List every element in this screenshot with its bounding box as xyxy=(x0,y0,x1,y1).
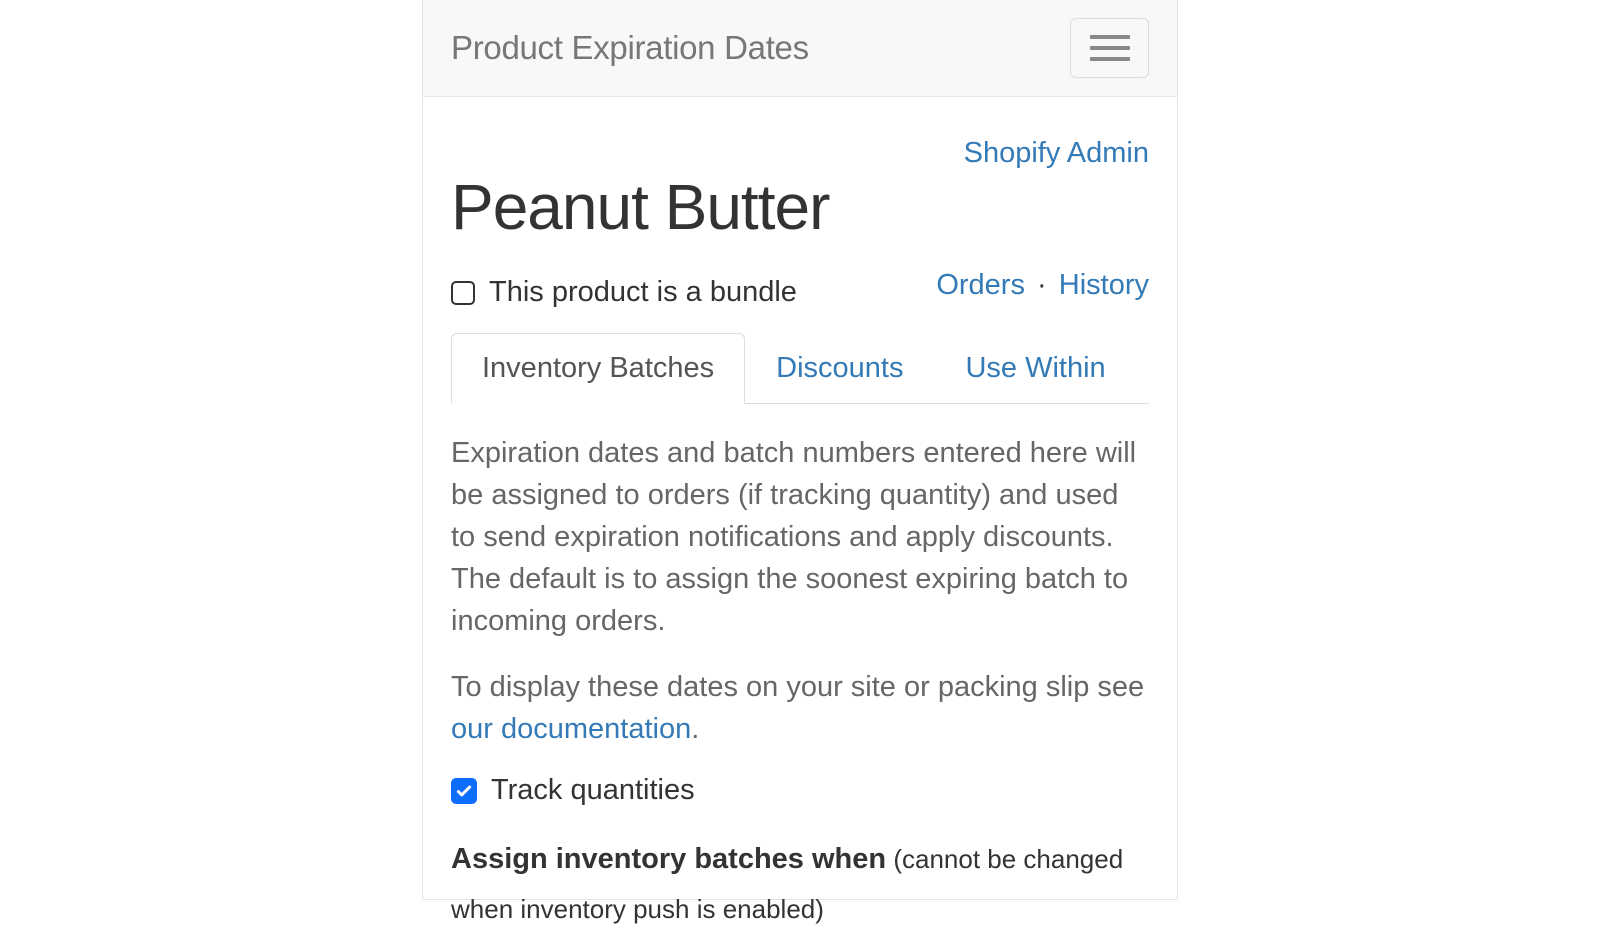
orders-link[interactable]: Orders xyxy=(936,269,1025,301)
assign-batches-bold: Assign inventory batches when xyxy=(451,843,886,875)
description-paragraph-1: Expiration dates and batch numbers enter… xyxy=(451,432,1149,642)
bundle-checkbox-text: This product is a bundle xyxy=(489,276,797,309)
right-links: Orders · History xyxy=(936,269,1149,302)
link-separator: · xyxy=(1037,269,1047,301)
tab-use-within[interactable]: Use Within xyxy=(934,333,1136,404)
shopify-admin-link[interactable]: Shopify Admin xyxy=(964,137,1149,169)
documentation-link[interactable]: our documentation xyxy=(451,713,691,745)
navbar-brand[interactable]: Product Expiration Dates xyxy=(451,29,809,67)
history-link[interactable]: History xyxy=(1059,269,1149,301)
assign-batches-label: Assign inventory batches when (cannot be… xyxy=(451,835,1149,934)
sub-links-row: This product is a bundle Orders · Histor… xyxy=(451,262,1149,309)
hamburger-icon xyxy=(1090,35,1130,39)
tab-discounts[interactable]: Discounts xyxy=(745,333,934,404)
product-title: Peanut Butter xyxy=(451,170,1149,244)
navbar: Product Expiration Dates xyxy=(423,0,1177,97)
track-quantities-label: Track quantities xyxy=(491,774,695,807)
navbar-toggle-button[interactable] xyxy=(1070,18,1149,78)
hamburger-icon xyxy=(1090,46,1130,50)
check-icon xyxy=(455,782,473,800)
bundle-checkbox-label[interactable]: This product is a bundle xyxy=(451,276,797,309)
tab-inventory-batches[interactable]: Inventory Batches xyxy=(451,333,745,404)
description-p2-prefix: To display these dates on your site or p… xyxy=(451,671,1144,703)
app-container: Product Expiration Dates Shopify Admin P… xyxy=(422,0,1178,900)
main-content: Shopify Admin Peanut Butter This product… xyxy=(423,97,1177,934)
description-paragraph-2: To display these dates on your site or p… xyxy=(451,666,1149,750)
tabs: Inventory Batches Discounts Use Within xyxy=(451,333,1149,404)
bundle-checkbox[interactable] xyxy=(451,281,475,305)
track-quantities-checkbox[interactable] xyxy=(451,778,477,804)
shopify-admin-row: Shopify Admin xyxy=(451,137,1149,170)
description-p2-suffix: . xyxy=(691,713,699,745)
hamburger-icon xyxy=(1090,57,1130,61)
track-quantities-row: Track quantities xyxy=(451,774,1149,807)
